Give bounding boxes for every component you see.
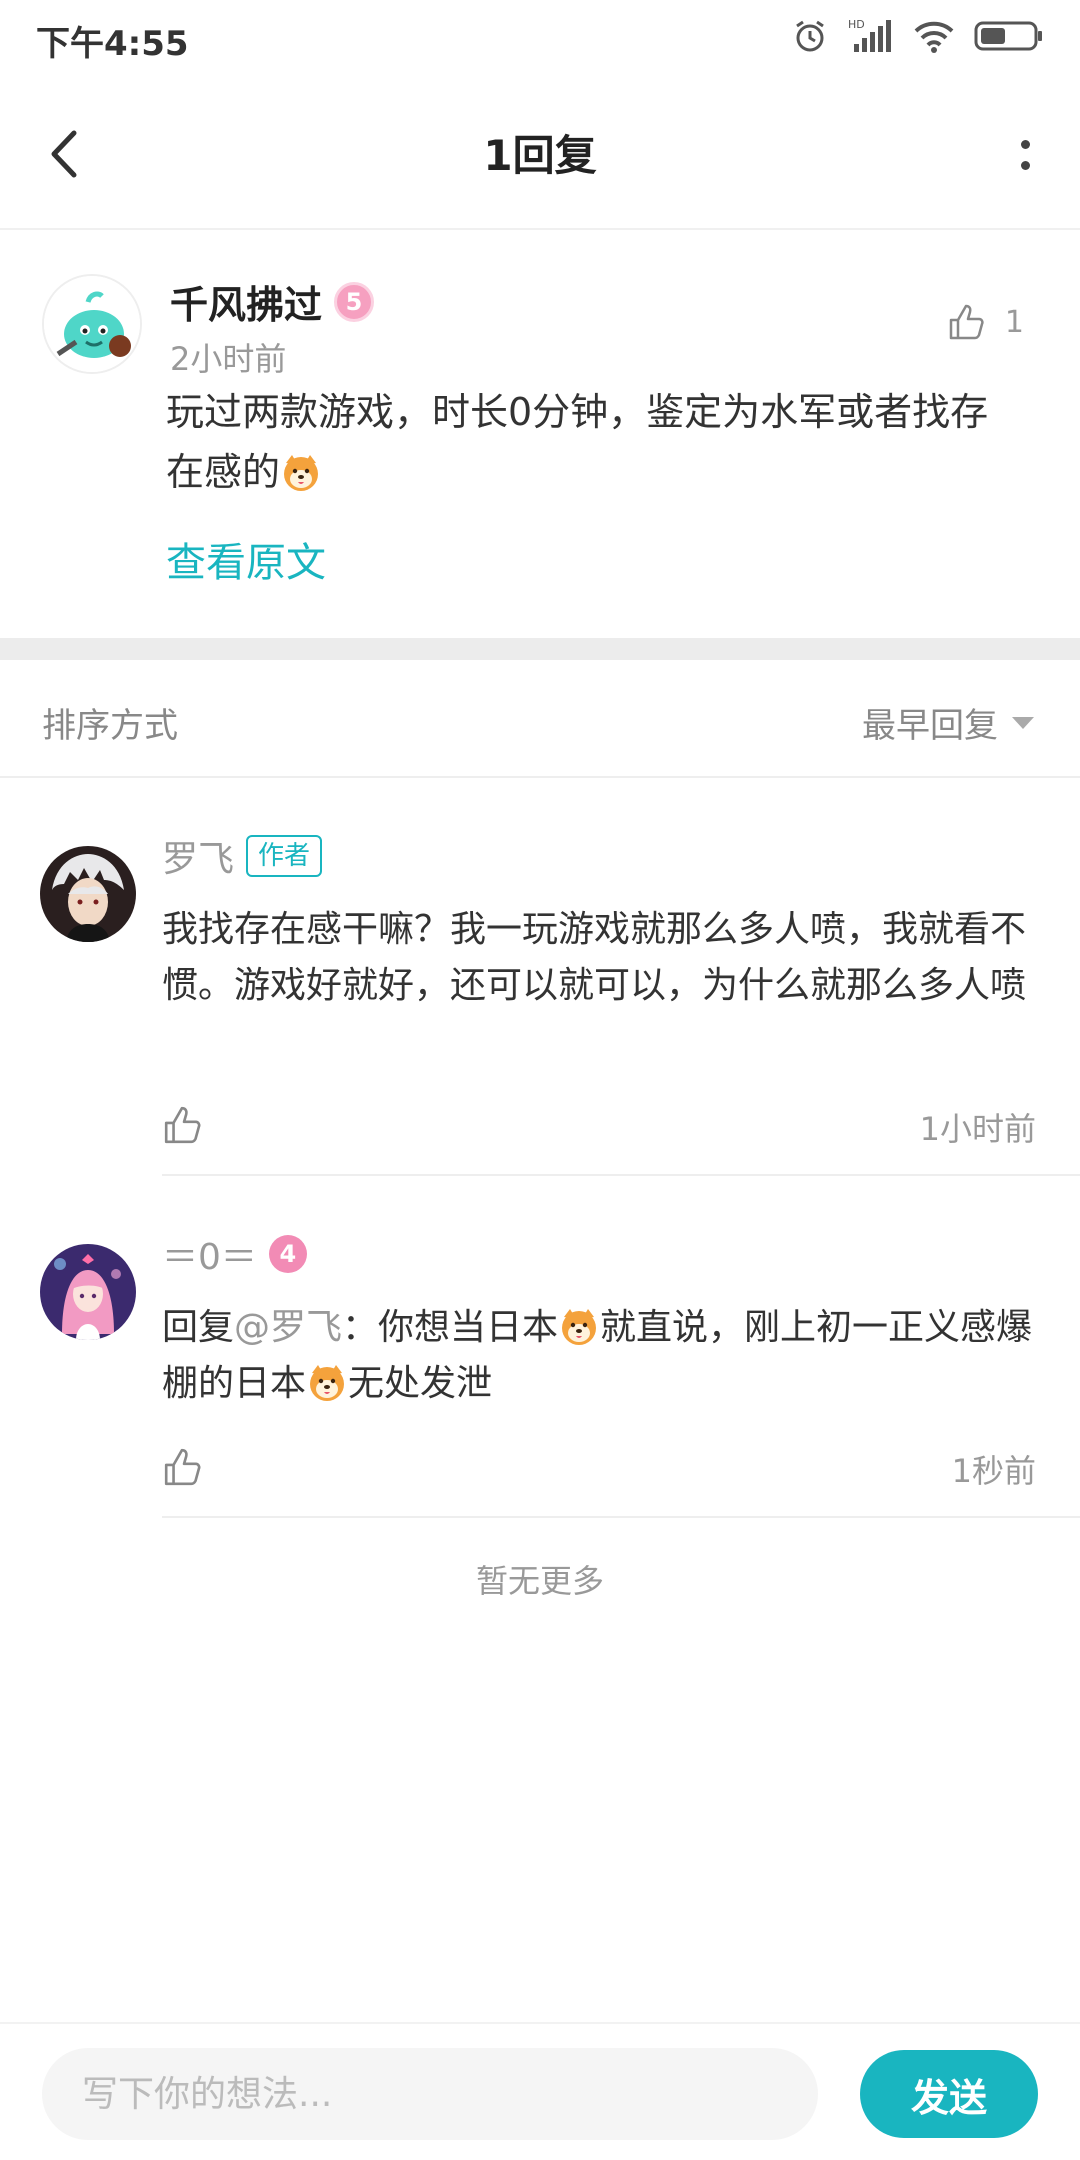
post-content: 玩过两款游戏，时长0分钟，鉴定为水军或者找存在感的	[166, 382, 1026, 502]
post-author[interactable]: 千风拂过 5	[170, 274, 375, 329]
reply-like-button[interactable]	[162, 1104, 204, 1146]
reply-author-name[interactable]: ＝0＝	[162, 1228, 257, 1280]
reply-author[interactable]: 罗飞 作者	[162, 830, 323, 882]
sort-label: 排序方式	[42, 706, 178, 746]
comment-bar: 发送	[0, 2022, 1080, 2160]
battery-icon	[974, 21, 1042, 51]
sort-bar: 排序方式 最早回复	[0, 660, 1080, 778]
reply-item: 罗飞 作者 我找存在感干嘛？我一玩游戏就那么多人喷，我就看不惯。游戏好就好，还可…	[0, 778, 1080, 1176]
comment-input[interactable]	[42, 2048, 818, 2140]
reply-text: 我找存在感干嘛？我一玩游戏就那么多人喷，我就看不惯。游戏好就好，还可以就可以，为…	[162, 909, 1027, 1006]
more-vertical-icon	[1020, 140, 1030, 149]
page-title: 1回复	[483, 131, 597, 180]
level-badge: 5	[334, 281, 375, 322]
status-bar: 下午4:55 HD	[0, 0, 1080, 78]
reply-divider	[162, 1516, 1080, 1518]
reply-author[interactable]: ＝0＝ 4	[162, 1228, 307, 1280]
no-more-text: 暂无更多	[475, 1562, 604, 1600]
svg-text:HD: HD	[848, 18, 865, 31]
reply-text-part: 无处发泄	[348, 1363, 493, 1404]
dog-face-emoji	[284, 455, 319, 491]
mention-link[interactable]: @罗飞	[234, 1307, 342, 1348]
reply-avatar[interactable]	[40, 846, 136, 942]
section-divider	[0, 638, 1080, 660]
reply-like-button[interactable]	[162, 1446, 204, 1488]
send-button[interactable]: 发送	[860, 2050, 1038, 2138]
post-like-button[interactable]: 1	[947, 302, 1024, 342]
post-author-avatar[interactable]	[42, 274, 142, 374]
wifi-icon	[914, 21, 954, 53]
reply-timestamp: 1秒前	[951, 1452, 1036, 1490]
thumbs-up-icon	[949, 304, 984, 340]
app-header: 1回复	[0, 78, 1080, 230]
reply-item: ＝0＝ 4 回复@罗飞：你想当日本 就直说，刚上初一正义感爆棚的日本 无处发泄 1秒…	[0, 1176, 1080, 1520]
status-time: 下午4:55	[36, 24, 189, 64]
post-like-count: 1	[1004, 304, 1024, 340]
reply-author-name[interactable]: 罗飞	[162, 830, 234, 882]
reply-timestamp: 1小时前	[919, 1110, 1036, 1148]
reply-avatar[interactable]	[40, 1244, 136, 1340]
post-timestamp: 2小时前	[170, 340, 287, 378]
level-badge: 4	[268, 1235, 307, 1273]
original-post: 千风拂过 5 2小时前 1 玩过两款游戏，时长0分钟，鉴定为水军或者找存在感的 …	[0, 232, 1080, 638]
thumbs-up-icon	[164, 1106, 201, 1144]
dog-face-emoji	[310, 1365, 345, 1401]
view-original-link[interactable]: 查看原文	[166, 530, 326, 588]
reply-prefix: 回复	[162, 1307, 235, 1348]
more-options-button[interactable]	[1000, 120, 1050, 190]
caret-down-icon	[1012, 716, 1034, 729]
hd-signal-icon: HD	[848, 18, 891, 52]
dog-face-emoji	[562, 1309, 597, 1345]
post-author-name[interactable]: 千风拂过	[170, 274, 322, 329]
reply-text-part: ：你想当日本	[342, 1307, 559, 1348]
alarm-icon	[796, 20, 824, 52]
reply-text: 回复@罗飞：你想当日本 就直说，刚上初一正义感爆棚的日本 无处发泄	[162, 1300, 1042, 1412]
thumbs-up-icon	[164, 1448, 201, 1486]
sort-dropdown[interactable]: 最早回复	[862, 698, 1034, 747]
author-tag: 作者	[246, 835, 323, 877]
sort-selected: 最早回复	[862, 706, 998, 746]
status-icons: HD	[792, 18, 1044, 54]
